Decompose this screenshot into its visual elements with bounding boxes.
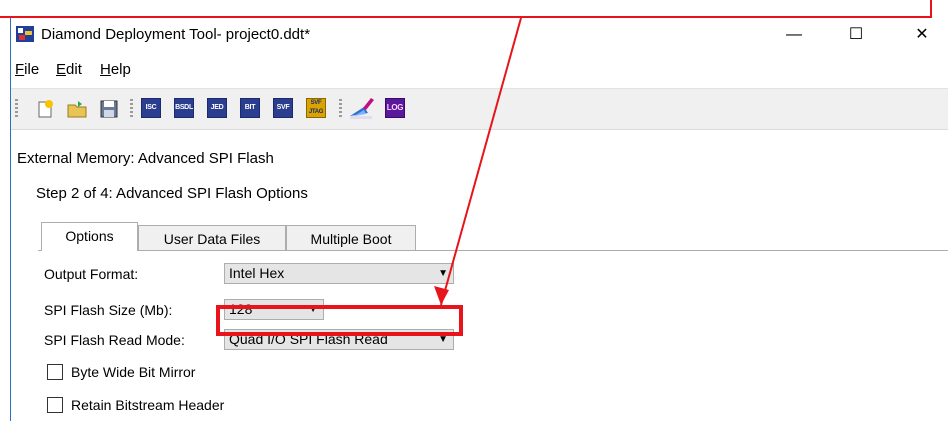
tab-options[interactable]: Options	[41, 222, 138, 251]
annotation-arrow	[434, 17, 522, 306]
